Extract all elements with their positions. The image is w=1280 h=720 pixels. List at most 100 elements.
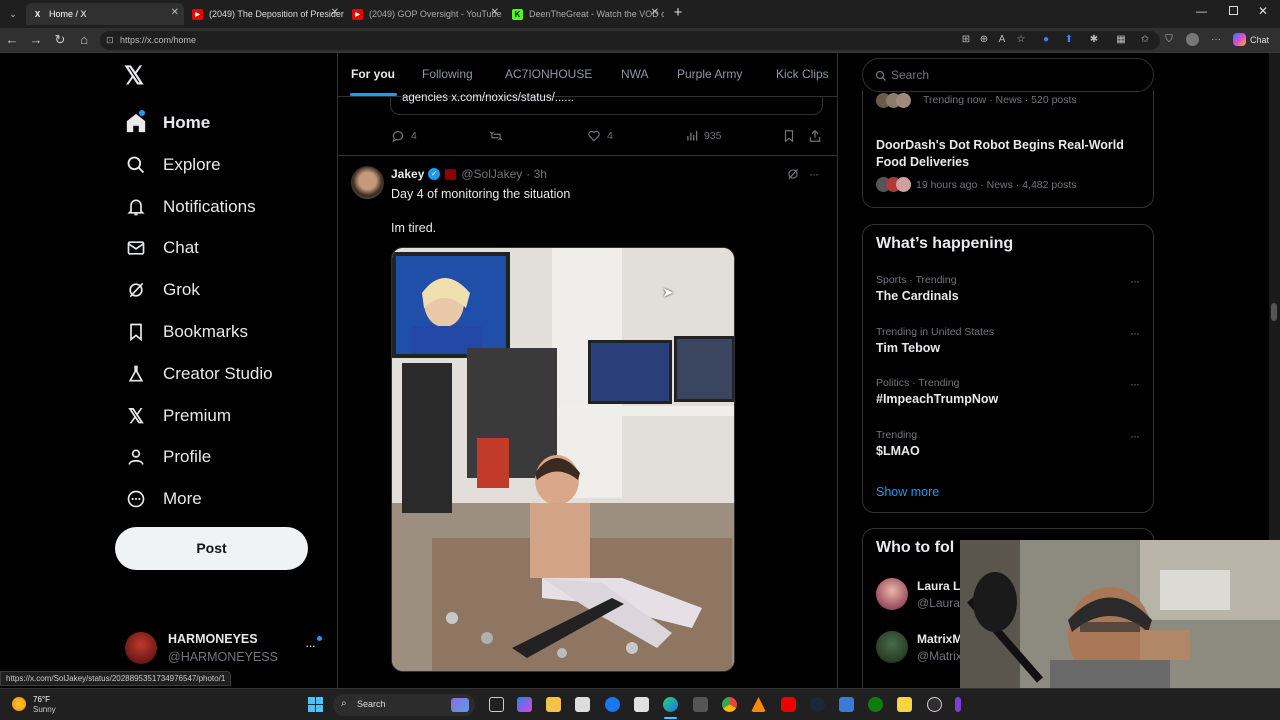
- reply-icon: [392, 131, 404, 143]
- zoom-icon[interactable]: ⊕: [978, 34, 990, 46]
- sidebar-item-chat[interactable]: Chat: [125, 233, 199, 263]
- browser-tab-gop-oversight[interactable]: ▶ (2049) GOP Oversight - YouTube ✕: [346, 3, 504, 25]
- tab-following[interactable]: Following: [422, 67, 473, 81]
- sidebar-item-premium[interactable]: 𝕏 Premium: [125, 401, 231, 431]
- sidebar-item-profile[interactable]: Profile: [125, 442, 211, 472]
- account-switcher[interactable]: HARMONEYES @HARMONEYESS ···: [120, 628, 325, 668]
- profile-avatar-icon[interactable]: [1186, 33, 1199, 46]
- store-icon[interactable]: [575, 697, 590, 712]
- minimize-window-button[interactable]: —: [1196, 6, 1207, 18]
- trend-item-lmao[interactable]: Trending $LMAO: [876, 429, 1141, 458]
- extensions-puzzle-icon[interactable]: ✱: [1088, 34, 1100, 46]
- grok-explain-icon[interactable]: [786, 167, 800, 186]
- site-info-icon[interactable]: ⊡: [106, 31, 114, 50]
- app-purple-icon[interactable]: [955, 697, 961, 712]
- xbox-icon[interactable]: [868, 697, 883, 712]
- views-button[interactable]: 935: [685, 129, 722, 143]
- trend-more-icon[interactable]: ···: [1130, 326, 1140, 340]
- copilot-chat-button[interactable]: Chat: [1233, 33, 1269, 46]
- post-timestamp[interactable]: · 3h: [526, 167, 547, 181]
- tab-for-you[interactable]: For you: [351, 67, 395, 81]
- sidebar-item-notifications[interactable]: Notifications: [125, 192, 256, 222]
- x-logo-icon[interactable]: 𝕏: [124, 64, 148, 89]
- sidebar-item-grok[interactable]: Grok: [125, 275, 200, 305]
- favorites-icon[interactable]: ✩: [1139, 34, 1151, 46]
- search-input[interactable]: Search: [862, 58, 1154, 92]
- post-author-handle[interactable]: @SolJakey: [461, 167, 522, 181]
- reply-count: 4: [411, 130, 417, 142]
- post-button[interactable]: Post: [115, 527, 308, 570]
- tab-kick-clips[interactable]: Kick Clips: [776, 67, 829, 81]
- app-icon[interactable]: [839, 697, 854, 712]
- sidebar-item-more[interactable]: More: [125, 484, 202, 514]
- close-tab-icon[interactable]: ✕: [491, 7, 499, 18]
- bookmark-button[interactable]: [782, 129, 796, 148]
- show-more-link[interactable]: Show more: [876, 485, 939, 499]
- forward-icon[interactable]: →: [28, 32, 44, 48]
- app-available-icon[interactable]: ⊞: [960, 34, 972, 46]
- steam-icon[interactable]: [810, 697, 825, 712]
- sidebar-item-home[interactable]: Home: [125, 108, 210, 138]
- obs-icon[interactable]: [927, 697, 942, 712]
- account-more-icon[interactable]: ···: [305, 638, 316, 653]
- post-photo[interactable]: [391, 247, 735, 672]
- chrome-icon[interactable]: [722, 697, 737, 712]
- scrollbar-thumb[interactable]: [1271, 303, 1277, 321]
- refresh-icon[interactable]: ↻: [52, 32, 68, 48]
- trend-more-icon[interactable]: ···: [1130, 377, 1140, 391]
- trend-more-icon[interactable]: ···: [1130, 429, 1140, 443]
- trend-more-icon[interactable]: ···: [1130, 274, 1140, 288]
- post-more-icon[interactable]: ···: [809, 167, 819, 181]
- sidebar-item-bookmarks[interactable]: Bookmarks: [125, 317, 248, 347]
- tab-purple-army[interactable]: Purple Army: [677, 67, 742, 81]
- restore-window-button[interactable]: [1229, 6, 1238, 15]
- like-button[interactable]: 4: [587, 129, 613, 143]
- read-aloud-icon[interactable]: A: [996, 34, 1008, 46]
- tab-actions-icon[interactable]: ⌄: [6, 7, 20, 21]
- facebook-icon[interactable]: [605, 697, 620, 712]
- vlc-icon[interactable]: [751, 697, 766, 712]
- extension-blue-icon[interactable]: ●: [1040, 34, 1052, 46]
- new-tab-button[interactable]: +: [670, 5, 686, 21]
- sticky-notes-icon[interactable]: [897, 697, 912, 712]
- trend-name: Tim Tebow: [876, 341, 941, 355]
- sun-icon: [12, 697, 26, 711]
- calculator-icon[interactable]: [693, 697, 708, 712]
- taskbar-search[interactable]: ⌕ Search: [333, 694, 475, 716]
- home-browser-icon[interactable]: ⌂: [76, 32, 92, 48]
- sidebar-item-creator-studio[interactable]: Creator Studio: [125, 359, 273, 389]
- post-author-avatar[interactable]: [351, 166, 384, 199]
- sidebar-item-explore[interactable]: Explore: [125, 150, 221, 180]
- weather-widget[interactable]: 76°F Sunny: [12, 693, 72, 717]
- repost-button[interactable]: [488, 129, 504, 148]
- file-explorer-icon[interactable]: [546, 697, 561, 712]
- reply-button[interactable]: 4: [391, 129, 417, 143]
- task-view-icon[interactable]: [489, 697, 504, 712]
- trend-item-tim-tebow[interactable]: Trending in United States Tim Tebow: [876, 326, 1141, 355]
- edge-icon[interactable]: [663, 697, 678, 712]
- back-icon[interactable]: ←: [4, 32, 20, 48]
- browser-tab-deposition[interactable]: ▶ (2049) The Deposition of President ✕: [186, 3, 344, 25]
- share-button[interactable]: [808, 129, 822, 148]
- news-item-doordash[interactable]: DoorDash's Dot Robot Begins Real-World F…: [876, 137, 1146, 192]
- trend-item-the-cardinals[interactable]: Sports · Trending The Cardinals: [876, 274, 1141, 303]
- youtube-icon[interactable]: [781, 697, 796, 712]
- close-tab-icon[interactable]: ✕: [171, 7, 179, 18]
- tab-ac7ionhouse[interactable]: AC7IONHOUSE: [505, 67, 592, 81]
- browser-tab-deenthegreat[interactable]: K DeenTheGreat - Watch the VOD o ✕: [506, 3, 664, 25]
- copilot-taskbar-icon[interactable]: [517, 697, 532, 712]
- extension-pin-icon[interactable]: ⬆: [1063, 34, 1075, 46]
- split-screen-icon[interactable]: ▦: [1115, 34, 1127, 46]
- post-author-name[interactable]: Jakey: [391, 167, 424, 181]
- trend-item-impeachtrumpnow[interactable]: Politics · Trending #ImpeachTrumpNow: [876, 377, 1141, 406]
- browser-tab-home-x[interactable]: X Home / X ✕: [26, 3, 184, 25]
- amazon-icon[interactable]: [634, 697, 649, 712]
- close-tab-icon[interactable]: ✕: [651, 7, 659, 18]
- favorite-star-icon[interactable]: ☆: [1015, 34, 1027, 46]
- tab-nwa[interactable]: NWA: [621, 67, 649, 81]
- start-button[interactable]: [308, 697, 323, 712]
- close-tab-icon[interactable]: ✕: [331, 7, 339, 18]
- settings-more-icon[interactable]: ···: [1210, 34, 1222, 46]
- browser-essentials-icon[interactable]: ⛉: [1163, 34, 1175, 46]
- close-window-button[interactable]: ✕: [1258, 4, 1268, 18]
